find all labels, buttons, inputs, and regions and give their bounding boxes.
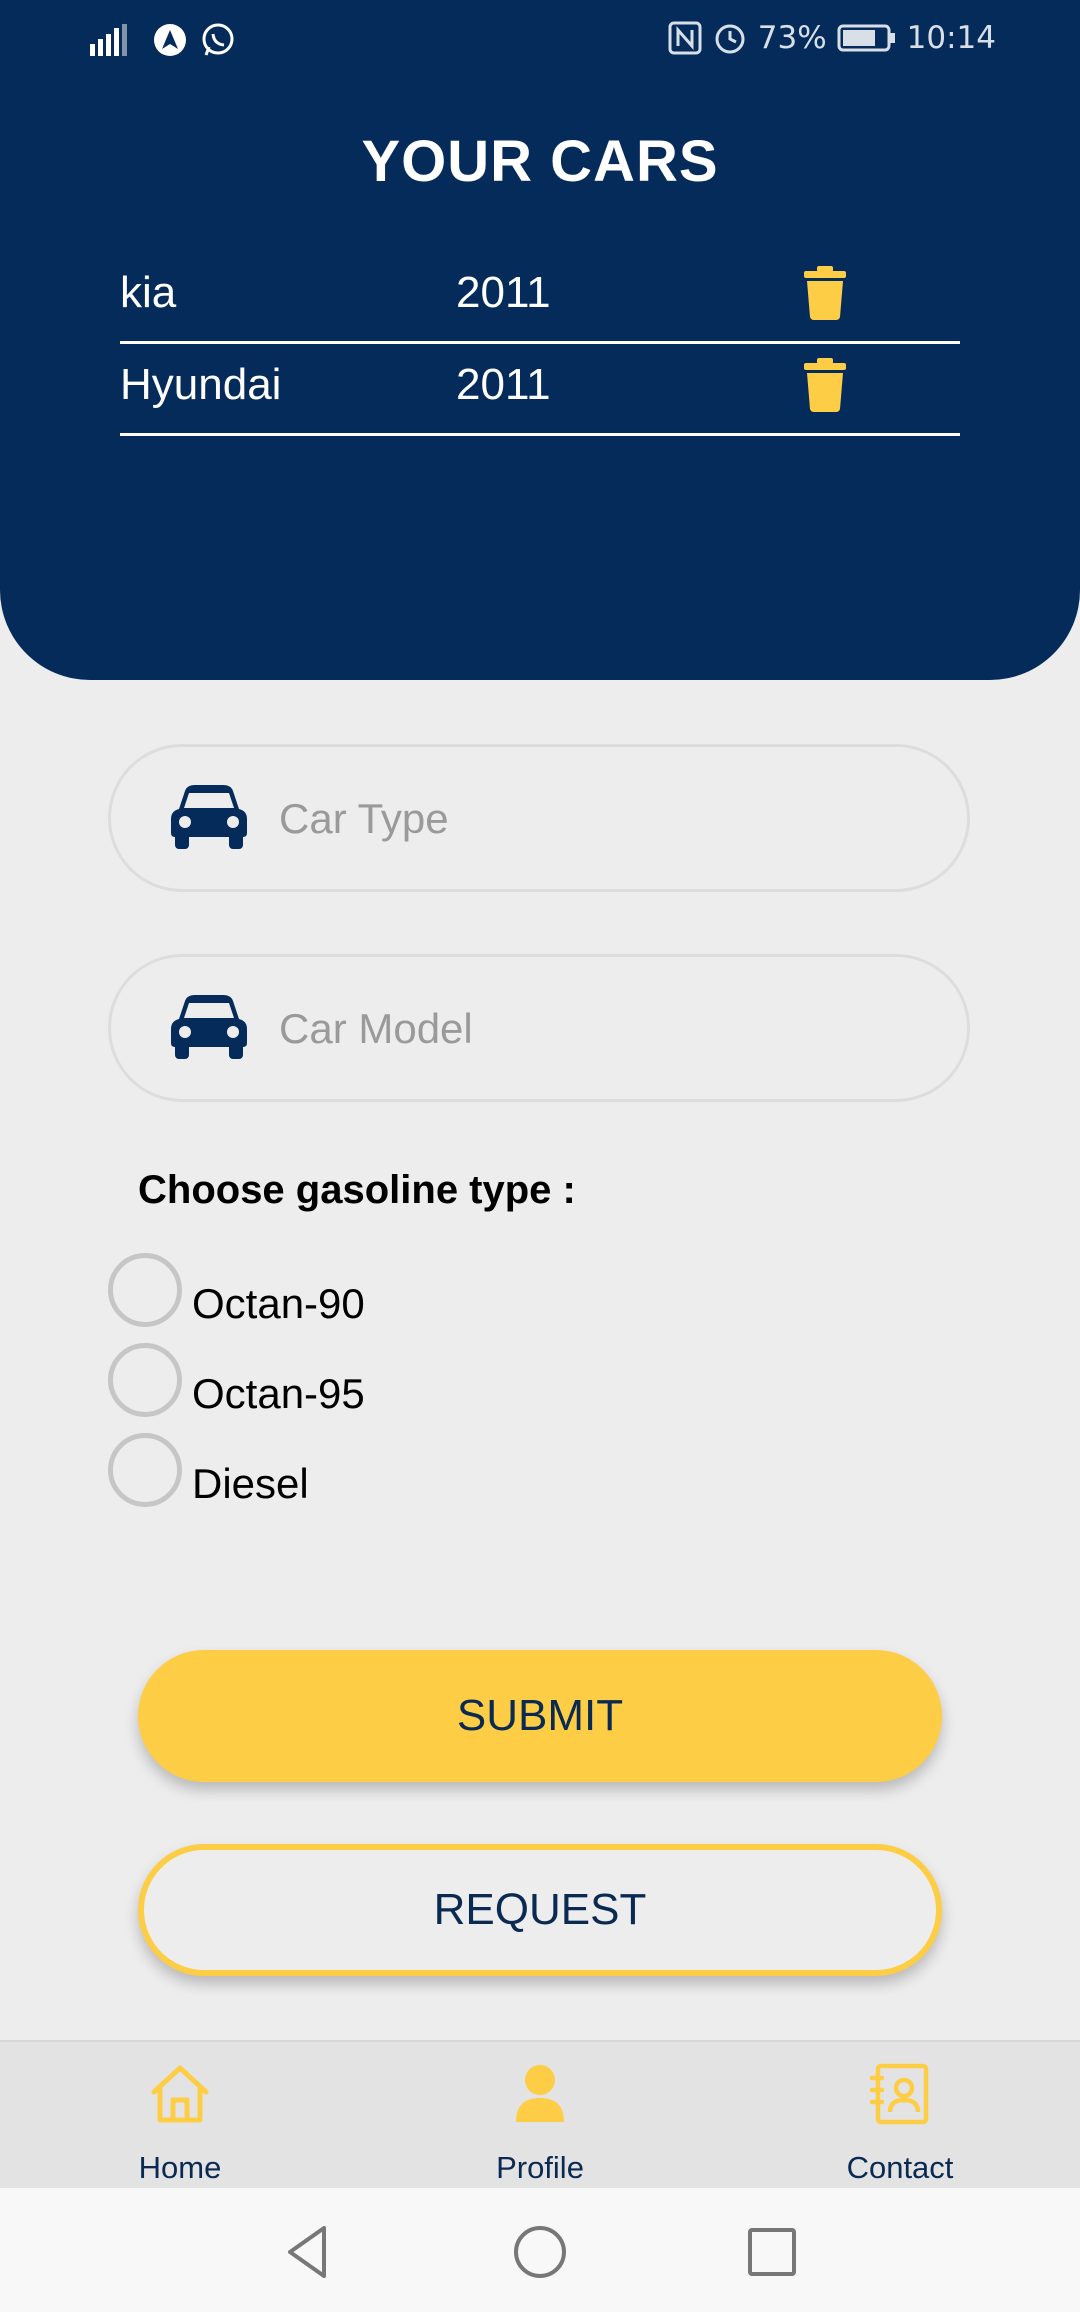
header: 73% 10:14 YOUR CARS kia 2011 Hyundai 201… (0, 0, 1080, 680)
car-type-input[interactable] (279, 787, 919, 851)
radio-button[interactable] (108, 1253, 182, 1327)
status-right: 73% 10:14 (668, 20, 996, 56)
car-row: kia 2011 (120, 252, 960, 344)
battery-icon (837, 23, 897, 53)
radio-label: Octan-95 (192, 1370, 365, 1417)
nav-item-home[interactable]: Home (60, 2042, 300, 2190)
person-icon (516, 2065, 564, 2122)
nav-label: Contact (846, 2150, 954, 2185)
status-bar: 73% 10:14 (0, 0, 1080, 80)
nav-app-icon (152, 22, 188, 58)
car-year: 2011 (456, 268, 551, 317)
clock: 10:14 (906, 20, 996, 56)
whatsapp-icon (200, 22, 236, 58)
nav-item-profile[interactable]: Profile (420, 2042, 660, 2190)
contact-book-icon (869, 2063, 929, 2125)
trash-icon[interactable] (804, 358, 846, 412)
gasoline-type-label: Choose gasoline type : (138, 1168, 576, 1212)
car-name: kia (120, 268, 177, 317)
radio-button[interactable] (108, 1433, 182, 1507)
home-icon (151, 2065, 209, 2123)
trash-icon[interactable] (804, 266, 846, 320)
radio-option-diesel[interactable]: Diesel (108, 1432, 309, 1508)
car-icon (171, 785, 247, 849)
system-nav-bar (0, 2188, 1080, 2312)
recents-icon[interactable] (742, 2222, 802, 2282)
car-row: Hyundai 2011 (120, 344, 960, 436)
request-button[interactable]: REQUEST (138, 1844, 942, 1976)
home-circle-icon[interactable] (510, 2222, 570, 2282)
battery-percent: 73% (757, 20, 827, 56)
nav-label: Profile (496, 2150, 584, 2185)
car-year: 2011 (456, 360, 551, 409)
radio-option-octan-90[interactable]: Octan-90 (108, 1252, 365, 1328)
radio-label: Octan-90 (192, 1280, 365, 1327)
radio-label: Diesel (192, 1460, 309, 1507)
car-icon (171, 995, 247, 1059)
car-list: kia 2011 Hyundai 2011 (120, 252, 960, 436)
signal-icon (88, 22, 140, 58)
screen: 73% 10:14 YOUR CARS kia 2011 Hyundai 201… (0, 0, 1080, 2312)
status-left (88, 22, 236, 58)
nav-item-contact[interactable]: Contact (780, 2042, 1020, 2190)
nfc-icon (668, 20, 702, 56)
alarm-icon (712, 20, 748, 56)
back-icon[interactable] (278, 2222, 338, 2282)
bottom-nav: Home Profile Contact (0, 2040, 1080, 2188)
car-model-field[interactable] (108, 954, 970, 1102)
page-title: YOUR CARS (361, 129, 719, 194)
radio-option-octan-95[interactable]: Octan-95 (108, 1342, 365, 1418)
car-name: Hyundai (120, 360, 282, 409)
submit-button[interactable]: SUBMIT (138, 1650, 942, 1782)
nav-label: Home (138, 2150, 222, 2185)
car-model-input[interactable] (279, 997, 919, 1061)
car-type-field[interactable] (108, 744, 970, 892)
radio-button[interactable] (108, 1343, 182, 1417)
